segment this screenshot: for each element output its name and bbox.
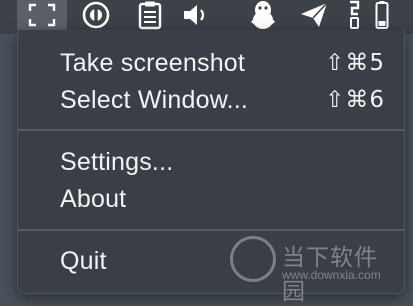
- menu-item-settings[interactable]: Settings...: [18, 144, 404, 180]
- battery-menu-button[interactable]: [372, 0, 392, 34]
- screenshot-selection-icon: [27, 2, 57, 33]
- qq-menu-button[interactable]: [243, 0, 283, 34]
- menu-item-label: Select Window...: [60, 85, 249, 114]
- menu-item-label: Take screenshot: [60, 48, 246, 77]
- menu-item-label: About: [60, 184, 127, 213]
- clipboard-menu-button[interactable]: [130, 0, 170, 34]
- menu-item-take-screenshot[interactable]: Take screenshot ⇧⌘5: [18, 45, 404, 81]
- menu-bar: [0, 0, 413, 34]
- menu-item-label: Settings...: [60, 147, 174, 176]
- screenshot-app-menu-button[interactable]: [17, 0, 67, 34]
- volume-icon: [181, 2, 211, 33]
- menu-item-select-window[interactable]: Select Window... ⇧⌘6: [18, 82, 404, 118]
- password-manager-menu-button[interactable]: [76, 0, 116, 34]
- menu-separator: [18, 229, 404, 231]
- volume-menu-button[interactable]: [176, 0, 216, 34]
- menu-item-shortcut: ⇧⌘6: [325, 87, 385, 113]
- menu-separator: [18, 129, 404, 131]
- send-plane-icon: [299, 1, 329, 34]
- menu-item-shortcut: ⇧⌘5: [325, 50, 385, 76]
- watermark-logo-icon: [230, 236, 276, 282]
- menu-item-label: Quit: [60, 246, 107, 275]
- site-watermark: 当下软件园 www.downxia.com: [230, 232, 400, 305]
- mobile-device-menu-button[interactable]: [342, 0, 368, 34]
- menu-item-about[interactable]: About: [18, 181, 404, 217]
- watermark-url: www.downxia.com: [282, 268, 381, 282]
- send-menu-button[interactable]: [294, 0, 334, 34]
